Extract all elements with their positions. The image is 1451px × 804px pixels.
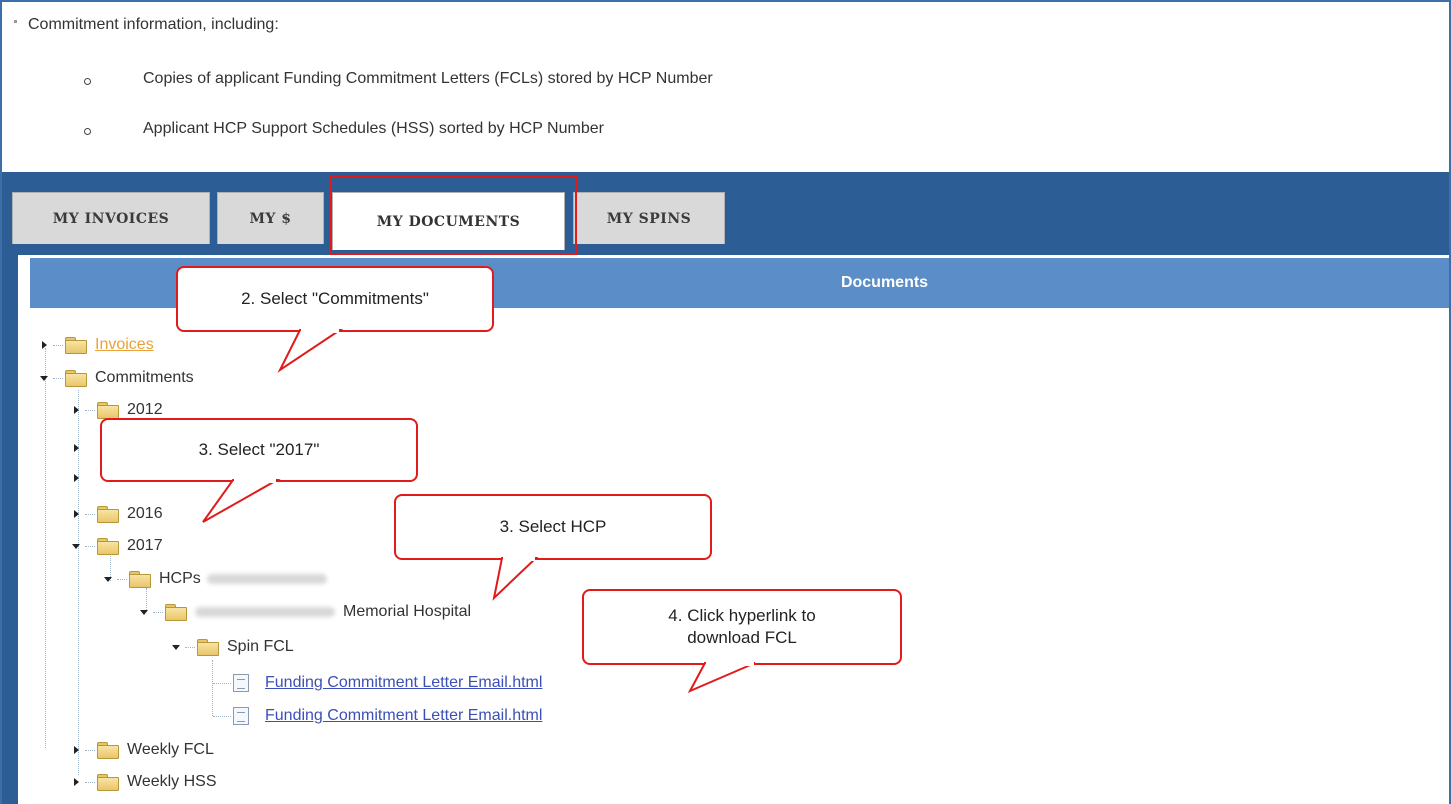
tree-node-2016[interactable]: 2016 [72,503,163,525]
tree-connector [213,682,231,684]
collapse-arrow-icon[interactable] [40,374,49,383]
tab-my-spins[interactable]: MY SPINS [573,192,725,244]
collapse-arrow-icon[interactable] [140,608,149,617]
tree-connector [85,749,95,751]
tab-highlight-box [330,176,577,255]
expand-arrow-icon[interactable] [72,777,81,787]
spin-fcl-label[interactable]: Spin FCL [227,638,294,656]
callout-pointer [687,662,756,694]
callout-text: 3. Select HCP [499,517,607,536]
callout-select-2017: 3. Select "2017" [100,418,418,482]
redacted-text [206,574,327,584]
redacted-text [195,607,335,617]
tab-label: MY SPINS [606,210,692,227]
tree-node-hcps[interactable]: HCPs [104,568,327,590]
tab-my-dollars[interactable]: MY $ [217,192,324,244]
folder-icon [65,370,87,387]
tree-connector [117,578,127,580]
callout-pointer [202,479,281,523]
year-2017-label[interactable]: 2017 [127,537,163,555]
tab-my-invoices[interactable]: MY INVOICES [12,192,210,244]
tree-node-weekly-fcl[interactable]: Weekly FCL [72,739,214,761]
callout-text: 4. Click hyperlink to [668,606,816,625]
tree-node-hidden-year[interactable] [72,467,85,489]
tree-node-invoices[interactable]: Invoices [40,334,154,356]
collapse-arrow-icon[interactable] [172,643,181,652]
hospital-label[interactable]: Memorial Hospital [343,603,471,621]
folder-icon [97,774,119,791]
hcps-label[interactable]: HCPs [159,570,201,588]
intro-bullet: Applicant HCP Support Schedules (HSS) so… [84,120,1084,142]
invoices-link[interactable]: Invoices [95,336,154,354]
expand-arrow-icon[interactable] [72,405,81,415]
tree-connector [85,409,95,411]
circle-bullet-icon [84,128,91,135]
expand-arrow-icon[interactable] [72,443,81,453]
intro-heading: Commitment information, including: [28,16,279,33]
folder-icon [165,604,187,621]
documents-header-title: Documents [840,274,929,291]
document-icon [233,707,249,725]
tree-node-file[interactable]: Funding Commitment Letter Email.html [213,705,542,727]
tree-connector [85,545,95,547]
year-2016-label[interactable]: 2016 [127,505,163,523]
fcl-download-link[interactable]: Funding Commitment Letter Email.html [265,674,542,692]
tree-node-weekly-hss[interactable]: Weekly HSS [72,771,217,793]
folder-icon [97,506,119,523]
callout-pointer [277,329,344,373]
callout-text: download FCL [687,628,797,647]
tree-node-hospital[interactable]: Memorial Hospital [140,601,471,623]
collapse-arrow-icon[interactable] [72,542,81,551]
intro-bullet-text: Applicant HCP Support Schedules (HSS) so… [143,120,604,137]
folder-icon [97,402,119,419]
tree-node-commitments[interactable]: Commitments [40,367,194,389]
tree-connector [85,781,95,783]
callout-pointer [492,557,539,601]
callout-text: 2. Select "Commitments" [241,289,429,308]
tab-label: MY $ [249,210,292,227]
callout-click-hyperlink: 4. Click hyperlink to download FCL [582,589,902,665]
fcl-download-link[interactable]: Funding Commitment Letter Email.html [265,707,542,725]
tab-label: MY INVOICES [52,210,170,227]
intro-section: Commitment information, including: Copie… [0,0,1451,170]
tree-connector [213,715,231,717]
callout-text: 3. Select "2017" [198,440,320,459]
tree-node-hidden-year[interactable] [72,437,85,459]
tree-connector [53,344,63,346]
weekly-fcl-label[interactable]: Weekly FCL [127,741,214,759]
tree-connector [185,646,195,648]
weekly-hss-label[interactable]: Weekly HSS [127,773,217,791]
folder-icon [129,571,151,588]
expand-arrow-icon[interactable] [72,473,81,483]
collapse-arrow-icon[interactable] [104,575,113,584]
year-2012-label[interactable]: 2012 [127,401,163,419]
folder-icon [65,337,87,354]
folder-icon [97,742,119,759]
intro-bullet: Copies of applicant Funding Commitment L… [84,70,1084,92]
document-icon [233,674,249,692]
intro-bullet-text: Copies of applicant Funding Commitment L… [143,70,713,87]
tree-connector [53,377,63,379]
circle-bullet-icon [84,78,91,85]
callout-select-hcp: 3. Select HCP [394,494,712,560]
folder-icon [97,538,119,555]
bullet-marker [14,20,17,23]
tree-node-2017[interactable]: 2017 [72,535,163,557]
callout-select-commitments: 2. Select "Commitments" [176,266,494,332]
tree-node-spin-fcl[interactable]: Spin FCL [172,636,294,658]
expand-arrow-icon[interactable] [40,340,49,350]
tree-connector [153,611,163,613]
expand-arrow-icon[interactable] [72,745,81,755]
tree-node-file[interactable]: Funding Commitment Letter Email.html [213,672,542,694]
folder-icon [197,639,219,656]
tree-guide-line [45,348,46,748]
expand-arrow-icon[interactable] [72,509,81,519]
commitments-label[interactable]: Commitments [95,369,194,387]
tree-connector [85,513,95,515]
